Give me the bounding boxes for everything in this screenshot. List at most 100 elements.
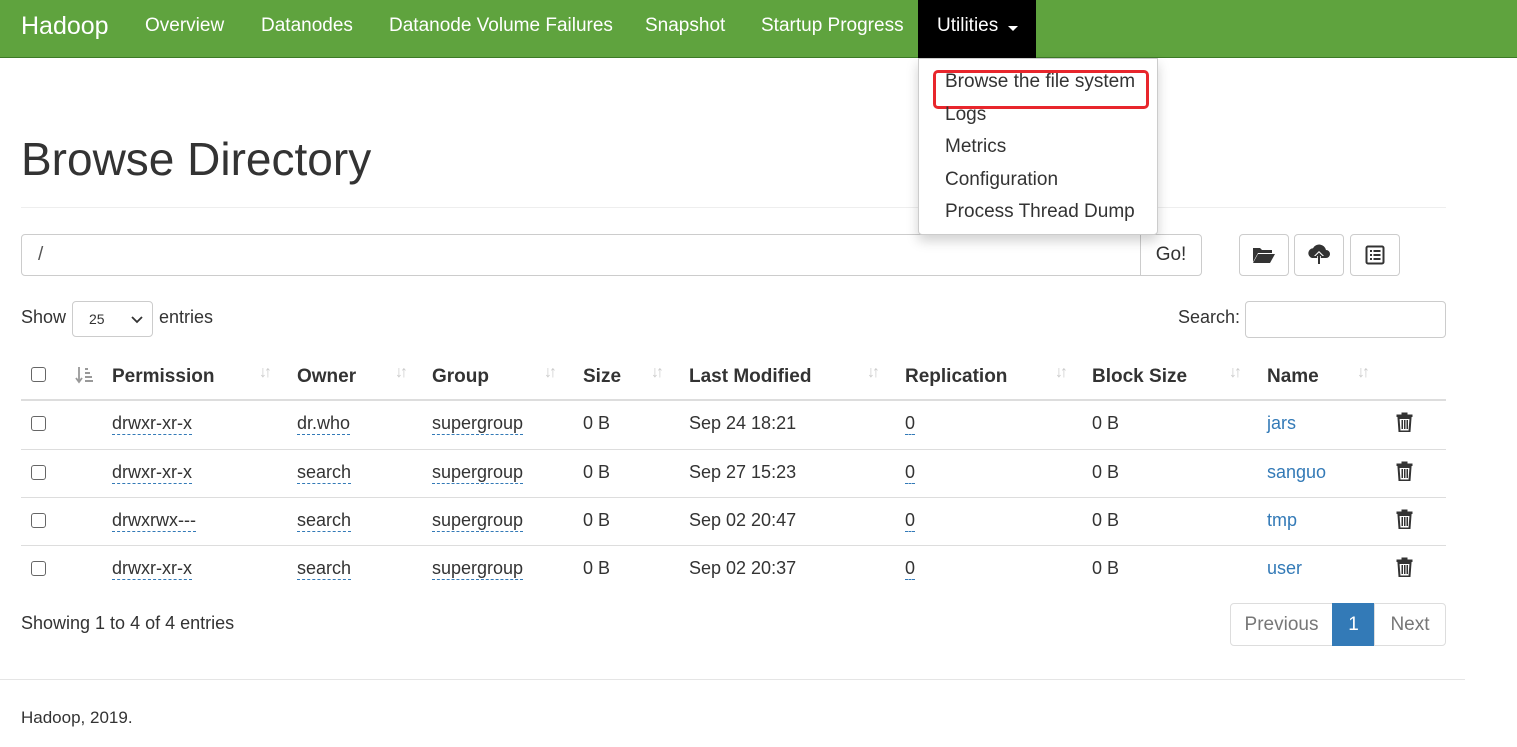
nav-utilities-label: Utilities — [937, 15, 999, 36]
row-group[interactable]: supergroup — [432, 558, 524, 580]
row-checkbox[interactable] — [31, 513, 46, 528]
row-divider — [21, 449, 1446, 450]
row-size: 0 B — [583, 558, 611, 578]
chevron-down-icon — [131, 316, 143, 324]
page-1-button[interactable]: 1 — [1332, 603, 1375, 646]
sort-icon[interactable]: ↓↑ — [1229, 364, 1242, 382]
row-size: 0 B — [583, 510, 611, 530]
entries-select-value: 25 — [89, 311, 105, 327]
row-size: 0 B — [583, 413, 611, 433]
footer-text: Hadoop, 2019. — [21, 708, 133, 727]
row-last-modified: Sep 27 15:23 — [689, 462, 797, 482]
nav-overview[interactable]: Overview — [145, 15, 224, 37]
search-label: Search: — [1178, 307, 1241, 327]
row-owner[interactable]: search — [297, 558, 352, 580]
row-permission[interactable]: drwxr-xr-x — [112, 413, 192, 435]
utilities-menu: Browse the file system Logs Metrics Conf… — [918, 58, 1158, 235]
nav-startup-progress[interactable]: Startup Progress — [761, 15, 904, 37]
row-group[interactable]: supergroup — [432, 510, 524, 532]
search-input[interactable] — [1245, 301, 1446, 338]
table-info: Showing 1 to 4 of 4 entries — [21, 613, 235, 633]
row-block-size: 0 B — [1092, 510, 1120, 530]
menu-item-metrics[interactable]: Metrics — [945, 136, 1006, 158]
go-button[interactable]: Go! — [1140, 234, 1202, 276]
col-header-group[interactable]: Group — [432, 366, 489, 388]
sort-icon[interactable]: ↓↑ — [1357, 364, 1370, 382]
select-all-checkbox[interactable] — [31, 367, 46, 382]
row-replication[interactable]: 0 — [905, 558, 916, 580]
nav-datanode-volume-failures[interactable]: Datanode Volume Failures — [389, 15, 613, 37]
sort-ascending-icon[interactable] — [75, 366, 93, 384]
trash-icon[interactable] — [1396, 461, 1413, 481]
row-checkbox[interactable] — [31, 416, 46, 431]
sort-icon[interactable]: ↓↑ — [259, 364, 272, 382]
menu-item-configuration[interactable]: Configuration — [945, 169, 1058, 191]
row-block-size: 0 B — [1092, 413, 1120, 433]
row-owner[interactable]: search — [297, 462, 352, 484]
sort-icon[interactable]: ↓↑ — [651, 364, 664, 382]
row-block-size: 0 B — [1092, 558, 1120, 578]
trash-icon[interactable] — [1396, 412, 1413, 432]
row-replication[interactable]: 0 — [905, 510, 916, 532]
cut-paste-button[interactable] — [1350, 234, 1400, 276]
upload-button[interactable] — [1294, 234, 1344, 276]
path-input[interactable] — [21, 234, 1142, 276]
col-header-permission[interactable]: Permission — [112, 366, 214, 388]
row-replication[interactable]: 0 — [905, 413, 916, 435]
row-permission[interactable]: drwxrwx--- — [112, 510, 196, 532]
row-replication[interactable]: 0 — [905, 462, 916, 484]
trash-icon[interactable] — [1396, 557, 1413, 577]
show-label: Show — [21, 307, 67, 327]
row-last-modified: Sep 02 20:37 — [689, 558, 797, 578]
create-directory-button[interactable] — [1239, 234, 1289, 276]
row-last-modified: Sep 02 20:47 — [689, 510, 797, 530]
sort-icon[interactable]: ↓↑ — [1055, 364, 1068, 382]
cloud-upload-icon — [1308, 244, 1330, 264]
col-header-replication[interactable]: Replication — [905, 366, 1007, 388]
previous-button[interactable]: Previous — [1230, 603, 1333, 646]
nav-utilities-dropdown[interactable]: Utilities — [918, 0, 1036, 58]
list-alt-icon — [1365, 245, 1385, 265]
next-button[interactable]: Next — [1374, 603, 1446, 646]
trash-icon[interactable] — [1396, 509, 1413, 529]
row-size: 0 B — [583, 462, 611, 482]
col-header-owner[interactable]: Owner — [297, 366, 356, 388]
nav-datanodes[interactable]: Datanodes — [261, 15, 353, 37]
row-group[interactable]: supergroup — [432, 413, 524, 435]
row-checkbox[interactable] — [31, 561, 46, 576]
row-checkbox[interactable] — [31, 465, 46, 480]
row-name-link[interactable]: jars — [1267, 413, 1296, 434]
table-header-divider — [21, 399, 1446, 401]
col-header-size[interactable]: Size — [583, 366, 621, 388]
row-group[interactable]: supergroup — [432, 462, 524, 484]
menu-item-logs[interactable]: Logs — [945, 104, 986, 126]
row-owner[interactable]: dr.who — [297, 413, 351, 435]
menu-item-process-thread-dump[interactable]: Process Thread Dump — [945, 201, 1135, 223]
row-name-link[interactable]: sanguo — [1267, 462, 1326, 483]
row-last-modified: Sep 24 18:21 — [689, 413, 797, 433]
col-header-last-modified[interactable]: Last Modified — [689, 366, 811, 388]
row-permission[interactable]: drwxr-xr-x — [112, 462, 192, 484]
sort-icon[interactable]: ↓↑ — [544, 364, 557, 382]
row-permission[interactable]: drwxr-xr-x — [112, 558, 192, 580]
row-name-link[interactable]: user — [1267, 558, 1302, 579]
menu-item-browse-file-system[interactable]: Browse the file system — [945, 71, 1135, 93]
row-divider — [21, 545, 1446, 546]
caret-down-icon — [1008, 26, 1018, 31]
page-title: Browse Directory — [21, 133, 372, 185]
col-header-block-size[interactable]: Block Size — [1092, 366, 1187, 388]
col-header-name[interactable]: Name — [1267, 366, 1319, 388]
navbar: Hadoop Overview Datanodes Datanode Volum… — [0, 0, 1517, 58]
row-owner[interactable]: search — [297, 510, 352, 532]
sort-icon[interactable]: ↓↑ — [867, 364, 880, 382]
row-name-link[interactable]: tmp — [1267, 510, 1297, 531]
divider — [21, 207, 1446, 208]
brand-logo[interactable]: Hadoop — [21, 12, 109, 41]
row-block-size: 0 B — [1092, 462, 1120, 482]
row-divider — [21, 497, 1446, 498]
entries-label: entries — [159, 307, 214, 327]
folder-open-icon — [1253, 248, 1275, 263]
entries-select[interactable]: 25 — [72, 301, 153, 337]
sort-icon[interactable]: ↓↑ — [395, 364, 408, 382]
nav-snapshot[interactable]: Snapshot — [645, 15, 725, 37]
